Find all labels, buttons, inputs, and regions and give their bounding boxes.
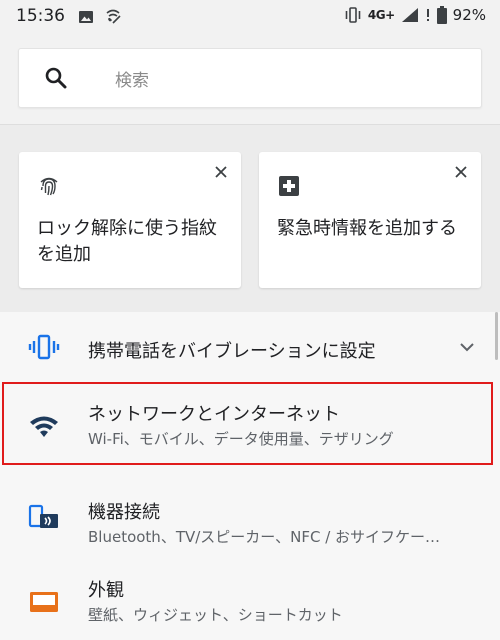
suggestion-title: ロック解除に使う指紋を追加	[37, 218, 217, 265]
status-bar: 15:36 4G+ 92%	[0, 0, 500, 36]
close-icon[interactable]	[213, 164, 229, 180]
display-icon	[30, 592, 58, 612]
chevron-down-icon[interactable]	[460, 342, 474, 352]
status-time: 15:36	[16, 6, 65, 26]
settings-item-title: 外観	[88, 580, 124, 601]
settings-item-subtitle: Wi-Fi、モバイル、データ使用量、テザリング	[88, 430, 394, 448]
suggestion-card-emergency-info[interactable]: 緊急時情報を追加する	[259, 152, 481, 288]
status-right: 4G+ 92%	[344, 6, 486, 24]
fingerprint-icon	[40, 177, 58, 196]
settings-item-display[interactable]: 外観 壁紙、ウィジェット、ショートカット	[0, 564, 500, 640]
settings-item-vibrate[interactable]: 携帯電話をバイブレーションに設定	[0, 312, 500, 382]
network-type: 4G+	[367, 8, 395, 22]
suggestion-card-fingerprint[interactable]: ロック解除に使う指紋を追加	[19, 152, 241, 288]
settings-item-connected-devices[interactable]: 機器接続 Bluetooth、TV/スピーカー、NFC / おサイフケー…	[0, 470, 500, 564]
vibrate-status-icon	[345, 7, 361, 23]
settings-item-subtitle: 壁紙、ウィジェット、ショートカット	[88, 606, 343, 624]
settings-list: 携帯電話をバイブレーションに設定 ネットワークとインターネット Wi-Fi、モバ…	[0, 312, 500, 640]
wifi-calling-icon	[106, 9, 121, 24]
alert-icon	[426, 9, 429, 21]
vibrate-icon	[28, 334, 60, 360]
notification-icons	[78, 8, 122, 26]
search-placeholder: 検索	[115, 71, 149, 91]
wifi-icon	[30, 416, 58, 437]
medical-plus-icon	[279, 176, 299, 196]
settings-item-network[interactable]: ネットワークとインターネット Wi-Fi、モバイル、データ使用量、テザリング	[0, 382, 500, 470]
settings-item-title: 携帯電話をバイブレーションに設定	[88, 341, 376, 362]
devices-icon	[28, 504, 58, 528]
search-bar[interactable]: 検索	[18, 48, 482, 108]
settings-item-title: 機器接続	[88, 502, 160, 523]
settings-item-title: ネットワークとインターネット	[88, 404, 340, 425]
battery-percent: 92%	[452, 6, 486, 24]
signal-icon	[401, 8, 418, 22]
search-icon	[45, 67, 67, 89]
image-notification-icon	[79, 11, 93, 23]
settings-item-subtitle: Bluetooth、TV/スピーカー、NFC / おサイフケー…	[88, 528, 441, 546]
scrollbar[interactable]	[495, 312, 498, 360]
suggestion-title: 緊急時情報を追加する	[277, 218, 457, 239]
close-icon[interactable]	[453, 164, 469, 180]
battery-icon	[436, 6, 447, 24]
